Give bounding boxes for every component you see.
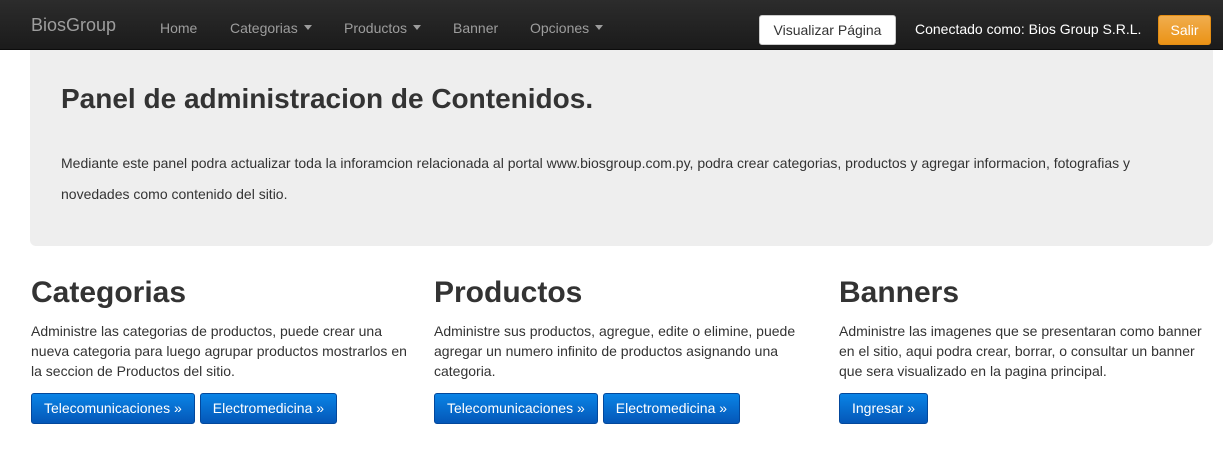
section-description: Administre sus productos, agregue, edite… bbox=[434, 323, 796, 379]
chevron-down-icon bbox=[413, 24, 422, 30]
banners-ingresar-button[interactable]: Ingresar » bbox=[839, 393, 929, 424]
button-group: Telecomunicaciones » Electromedicina » bbox=[31, 393, 409, 424]
section-title: Categorias bbox=[31, 276, 187, 309]
nav-categorias-label: Categorias bbox=[230, 20, 298, 36]
nav-productos[interactable]: Productos bbox=[344, 0, 422, 50]
button-group: Ingresar » bbox=[839, 393, 1217, 424]
nav-home[interactable]: Home bbox=[160, 0, 197, 50]
categorias-electromedicina-button[interactable]: Electromedicina » bbox=[199, 393, 338, 424]
section-description: Administre las categorias de productos, … bbox=[31, 323, 407, 379]
nav-home-label: Home bbox=[160, 20, 198, 36]
nav-banner-label: Banner bbox=[453, 20, 499, 36]
nav-banner[interactable]: Banner bbox=[453, 0, 498, 50]
productos-electromedicina-button[interactable]: Electromedicina » bbox=[602, 393, 741, 424]
top-navbar: BiosGroup Home Categorias Productos Bann… bbox=[0, 0, 1223, 50]
productos-telecomunicaciones-button[interactable]: Telecomunicaciones » bbox=[434, 393, 598, 424]
section-categorias: Categorias Administre las categorias de … bbox=[31, 276, 409, 424]
view-page-button[interactable]: Visualizar Página bbox=[759, 15, 896, 45]
brand-link[interactable]: BiosGroup bbox=[31, 0, 116, 50]
nav-categorias[interactable]: Categorias bbox=[230, 0, 312, 50]
button-group: Telecomunicaciones » Electromedicina » bbox=[434, 393, 812, 424]
section-description: Administre las imagenes que se presentar… bbox=[839, 323, 1202, 379]
page-title: Panel de administracion de Contenidos. bbox=[61, 83, 594, 114]
section-title: Productos bbox=[434, 276, 583, 309]
hero-panel: Panel de administracion de Contenidos. M… bbox=[30, 50, 1213, 246]
chevron-down-icon bbox=[303, 24, 312, 30]
categorias-telecomunicaciones-button[interactable]: Telecomunicaciones » bbox=[31, 393, 195, 424]
logout-button[interactable]: Salir bbox=[1158, 15, 1211, 45]
section-banners: Banners Administre las imagenes que se p… bbox=[839, 276, 1217, 424]
section-productos: Productos Administre sus productos, agre… bbox=[434, 276, 812, 424]
nav-productos-label: Productos bbox=[344, 20, 408, 36]
connected-status: Conectado como: Bios Group S.R.L. bbox=[915, 21, 1142, 37]
chevron-down-icon bbox=[595, 24, 604, 30]
nav-opciones-label: Opciones bbox=[530, 20, 590, 36]
section-title: Banners bbox=[839, 276, 960, 309]
hero-description: Mediante este panel podra actualizar tod… bbox=[61, 155, 1130, 202]
nav-opciones[interactable]: Opciones bbox=[530, 0, 604, 50]
